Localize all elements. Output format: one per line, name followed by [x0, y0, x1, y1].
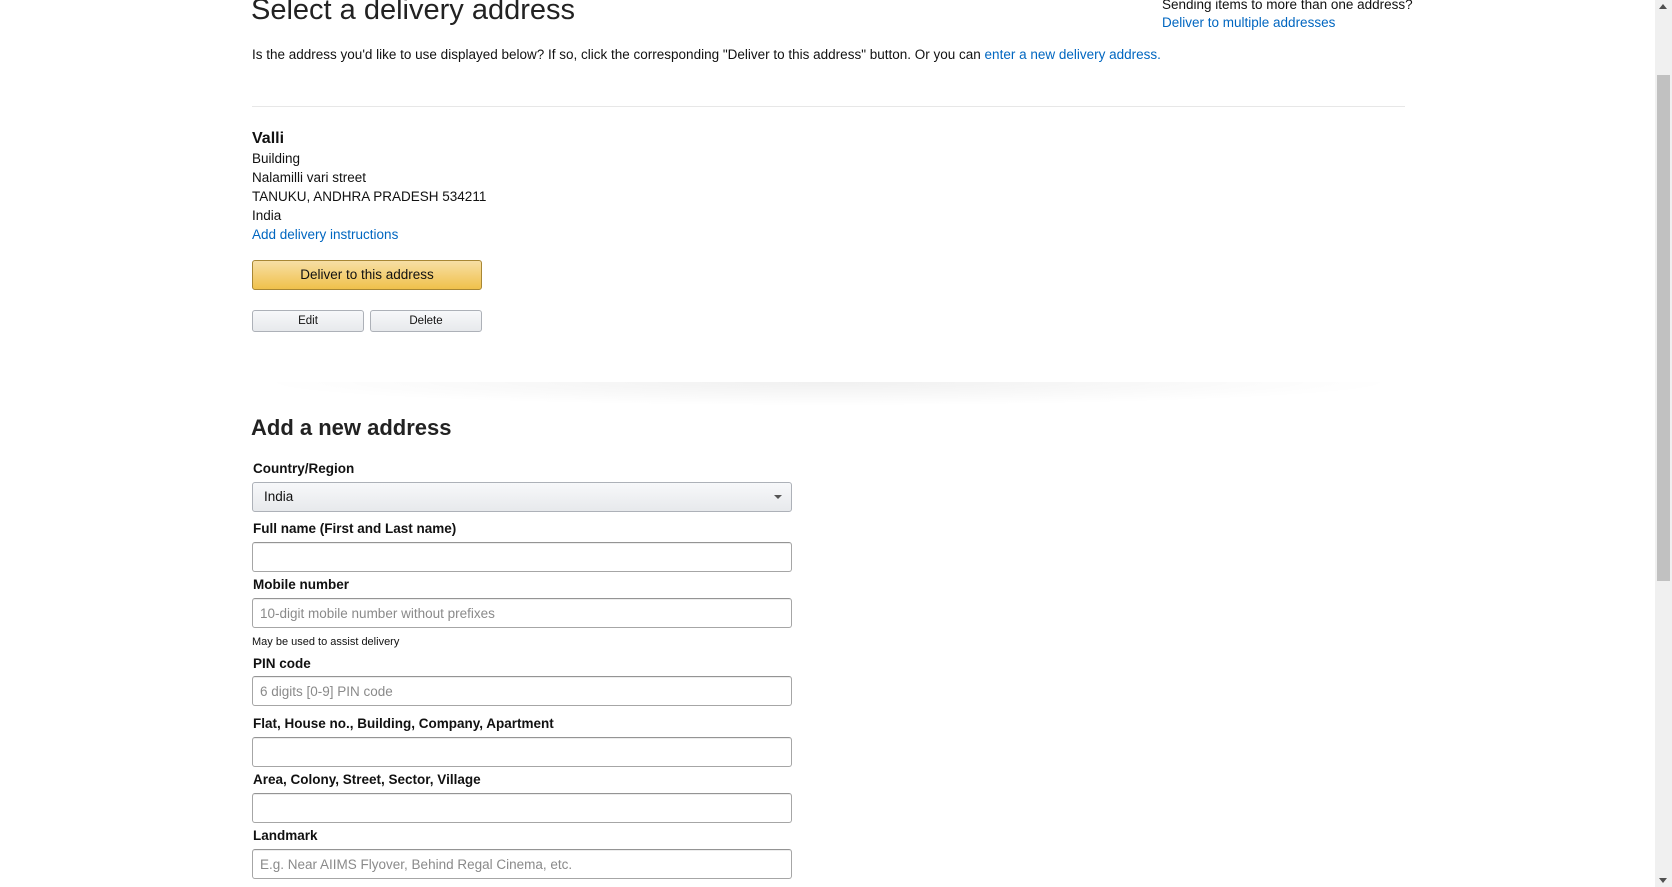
delete-button[interactable]: Delete	[370, 310, 482, 332]
intro-body: Is the address you'd like to use display…	[252, 47, 985, 62]
address-line1: Building	[252, 151, 301, 166]
country-value: India	[264, 489, 294, 504]
landmark-label: Landmark	[253, 828, 318, 843]
scrollbar[interactable]	[1655, 0, 1672, 887]
intro-text: Is the address you'd like to use display…	[252, 47, 1161, 62]
address-country: India	[252, 208, 282, 223]
scrollbar-thumb[interactable]	[1657, 75, 1670, 581]
deliver-to-this-address-button[interactable]: Deliver to this address	[252, 260, 482, 290]
chevron-down-icon	[774, 495, 782, 499]
edit-button[interactable]: Edit	[252, 310, 364, 332]
scroll-up-icon[interactable]	[1659, 4, 1667, 9]
landmark-input[interactable]	[252, 849, 792, 879]
add-delivery-instructions-link[interactable]: Add delivery instructions	[252, 225, 486, 244]
saved-address: Valli Building Nalamilli vari street TAN…	[252, 129, 486, 244]
mobile-hint: May be used to assist delivery	[252, 636, 400, 648]
multi-address-question: Sending items to more than one address?	[1162, 0, 1413, 12]
page-title: Select a delivery address	[251, 0, 575, 26]
flat-label: Flat, House no., Building, Company, Apar…	[253, 716, 554, 731]
area-input[interactable]	[252, 793, 792, 823]
flat-input[interactable]	[252, 737, 792, 767]
country-label: Country/Region	[253, 461, 355, 476]
deliver-multiple-link[interactable]: Deliver to multiple addresses	[1162, 15, 1335, 30]
enter-new-address-link[interactable]: enter a new delivery address.	[985, 47, 1161, 62]
pin-label: PIN code	[253, 656, 311, 671]
fullname-label: Full name (First and Last name)	[253, 521, 457, 536]
pin-input[interactable]	[252, 676, 792, 706]
add-address-heading: Add a new address	[251, 415, 452, 440]
address-line2: Nalamilli vari street	[252, 170, 367, 185]
mobile-label: Mobile number	[253, 577, 350, 592]
mobile-input[interactable]	[252, 598, 792, 628]
address-line3: TANUKU, ANDHRA PRADESH 534211	[252, 189, 487, 204]
area-label: Area, Colony, Street, Sector, Village	[253, 772, 481, 787]
divider	[252, 106, 1405, 107]
section-divider	[252, 382, 1405, 406]
scroll-down-icon[interactable]	[1659, 878, 1667, 883]
country-select[interactable]: India	[252, 482, 792, 512]
address-name: Valli	[252, 130, 285, 147]
fullname-input[interactable]	[252, 542, 792, 572]
